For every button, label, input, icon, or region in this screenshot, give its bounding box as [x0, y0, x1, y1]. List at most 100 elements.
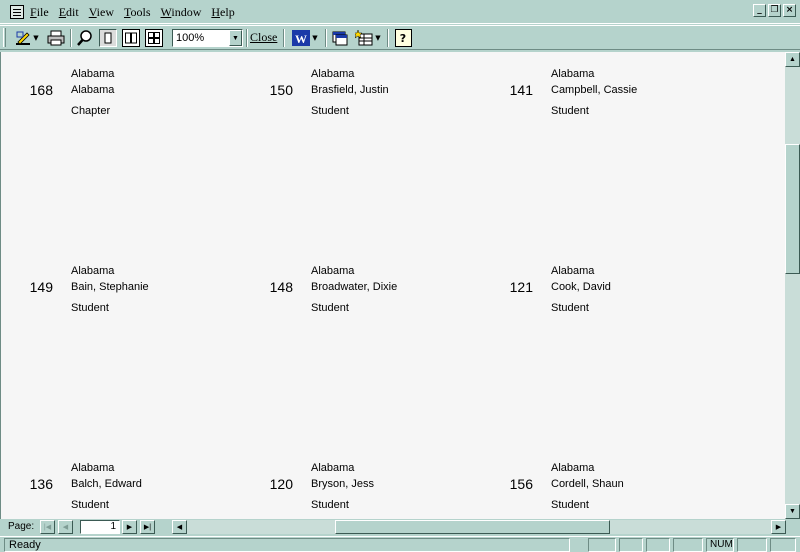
chevron-down-icon[interactable]: ▼: [375, 34, 380, 42]
label-state: Alabama: [71, 462, 115, 474]
chevron-down-icon[interactable]: ▼: [33, 34, 38, 42]
label-name: Cook, David: [551, 281, 611, 293]
status-panel: [619, 538, 643, 552]
close-preview-button[interactable]: Close: [250, 30, 277, 48]
label-type: Student: [71, 302, 109, 314]
printer-icon: [47, 30, 65, 46]
label-number: 156: [509, 476, 533, 492]
menu-tools[interactable]: Tools: [124, 5, 151, 20]
page-label: Page:: [8, 521, 35, 532]
zoom-button[interactable]: [74, 28, 96, 48]
next-page-icon[interactable]: ▶: [122, 520, 137, 534]
help-icon: ?: [394, 29, 412, 47]
label-number: 149: [29, 279, 53, 295]
help-button[interactable]: ?: [392, 28, 414, 48]
label-name: Bryson, Jess: [311, 478, 374, 490]
toolbar-separator: [387, 29, 389, 47]
print-button[interactable]: [45, 28, 67, 48]
label-name: Cordell, Shaun: [551, 478, 624, 490]
label-state: Alabama: [311, 265, 355, 277]
label-state: Alabama: [71, 68, 115, 80]
multiple-pages-button[interactable]: [144, 28, 164, 48]
label-item: 168 Alabama Alabama Chapter: [1, 60, 241, 120]
label-type: Student: [71, 499, 109, 511]
minimize-icon[interactable]: _: [753, 4, 766, 17]
scroll-right-icon[interactable]: ▶: [771, 520, 786, 534]
label-type: Student: [311, 302, 349, 314]
label-type: Student: [551, 105, 589, 117]
label-type: Student: [551, 302, 589, 314]
label-name: Broadwater, Dixie: [311, 281, 398, 293]
vertical-scrollbar[interactable]: ▲ ▼: [785, 52, 800, 519]
label-item: 120 Alabama Bryson, Jess Student: [241, 454, 481, 514]
status-text: Ready: [4, 538, 570, 552]
menu-help[interactable]: Help: [211, 5, 234, 20]
label-number: 120: [269, 476, 293, 492]
menu-window[interactable]: Window: [161, 5, 202, 20]
last-page-icon[interactable]: ▶|: [140, 520, 155, 534]
label-item: 149 Alabama Bain, Stephanie Student: [1, 257, 241, 317]
label-item: 148 Alabama Broadwater, Dixie Student: [241, 257, 481, 317]
label-number: 150: [269, 82, 293, 98]
vertical-scroll-thumb[interactable]: [785, 144, 800, 274]
new-object-button[interactable]: ▼: [353, 28, 383, 48]
zoom-value: 100%: [176, 32, 205, 44]
chevron-down-icon[interactable]: ▼: [312, 34, 317, 42]
label-state: Alabama: [311, 462, 355, 474]
label-item: 156 Alabama Cordell, Shaun Student: [481, 454, 721, 514]
label-type: Student: [551, 499, 589, 511]
label-name: Bain, Stephanie: [71, 281, 149, 293]
office-links-button[interactable]: W ▼: [288, 28, 322, 48]
app-menu-icon[interactable]: [10, 5, 24, 19]
close-icon[interactable]: ×: [783, 4, 796, 17]
label-state: Alabama: [551, 462, 595, 474]
scroll-up-icon[interactable]: ▲: [785, 52, 800, 67]
menu-items: File Edit View Tools Window Help: [30, 5, 245, 20]
label-state: Alabama: [551, 265, 595, 277]
page-number-input[interactable]: 1: [80, 520, 120, 534]
toolbar-separator: [283, 29, 285, 47]
restore-icon[interactable]: ❐: [768, 4, 781, 17]
toolbar-grip[interactable]: [3, 28, 6, 47]
chevron-down-icon[interactable]: ▼: [229, 30, 242, 46]
label-number: 148: [269, 279, 293, 295]
first-page-icon[interactable]: |◀: [40, 520, 55, 534]
view-button[interactable]: ▼: [12, 28, 42, 48]
label-type: Student: [311, 499, 349, 511]
magnifier-icon: [77, 30, 92, 46]
multiple-pages-icon: [145, 29, 163, 47]
label-name: Brasfield, Justin: [311, 84, 389, 96]
status-panel: [588, 538, 616, 552]
status-panel: [770, 538, 796, 552]
horizontal-scrollbar[interactable]: ◀ ▶: [172, 520, 786, 534]
num-lock-indicator: NUM: [706, 538, 734, 552]
label-number: 141: [509, 82, 533, 98]
zoom-select[interactable]: 100% ▼: [172, 29, 243, 47]
scroll-left-icon[interactable]: ◀: [172, 520, 187, 534]
database-window-button[interactable]: [329, 28, 351, 48]
report-preview-page[interactable]: 168 Alabama Alabama Chapter 150 Alabama …: [0, 52, 785, 519]
horizontal-scroll-thumb[interactable]: [335, 520, 610, 534]
two-pages-button[interactable]: [121, 28, 141, 48]
status-panel: [673, 538, 703, 552]
scroll-down-icon[interactable]: ▼: [785, 504, 800, 519]
toolbar-separator: [325, 29, 327, 47]
print-preview-toolbar: ▼ 100% ▼ Close W ▼ ▼ ?: [0, 25, 800, 50]
label-type: Student: [311, 105, 349, 117]
previous-page-icon[interactable]: ◀: [58, 520, 73, 534]
label-name: Alabama: [71, 84, 115, 96]
label-number: 136: [29, 476, 53, 492]
menu-file[interactable]: File: [30, 5, 49, 20]
one-page-icon: [99, 29, 117, 47]
label-state: Alabama: [311, 68, 355, 80]
design-view-icon: [16, 31, 31, 45]
label-item: 150 Alabama Brasfield, Justin Student: [241, 60, 481, 120]
document-window-controls: _ ❐ ×: [753, 4, 796, 17]
toolbar-separator: [70, 29, 72, 47]
menu-edit[interactable]: Edit: [59, 5, 79, 20]
label-name: Campbell, Cassie: [551, 84, 638, 96]
database-window-icon: [332, 31, 348, 46]
one-page-button[interactable]: [98, 28, 118, 48]
menu-view[interactable]: View: [89, 5, 114, 20]
new-object-icon: [355, 30, 373, 46]
